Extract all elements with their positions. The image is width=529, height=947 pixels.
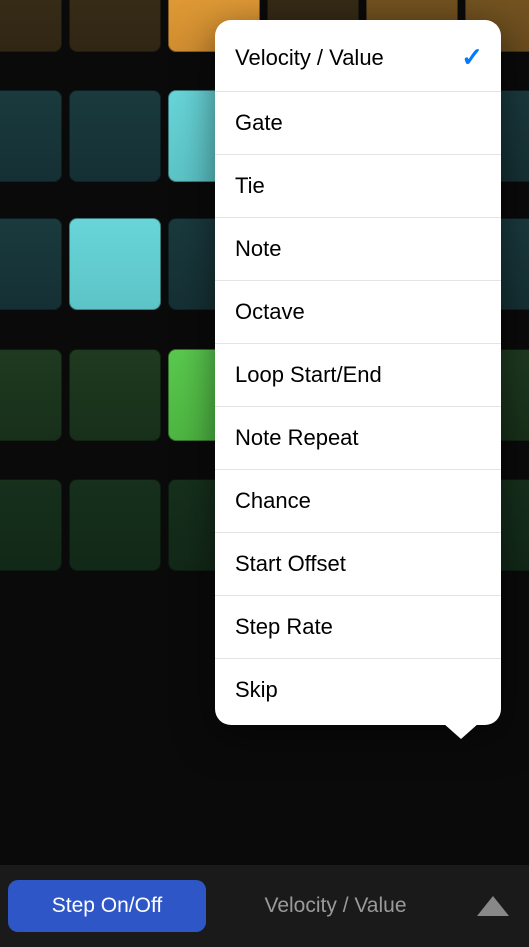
step-pad[interactable] xyxy=(0,218,62,310)
menu-item-label: Note Repeat xyxy=(235,425,359,451)
menu-item-label: Tie xyxy=(235,173,265,199)
menu-item-label: Note xyxy=(235,236,281,262)
menu-item[interactable]: Start Offset xyxy=(215,533,501,596)
menu-item[interactable]: Note xyxy=(215,218,501,281)
step-pad[interactable] xyxy=(0,90,62,182)
menu-item[interactable]: Chance xyxy=(215,470,501,533)
edit-mode-menu-button[interactable] xyxy=(465,878,521,934)
menu-item-label: Chance xyxy=(235,488,311,514)
menu-item[interactable]: Note Repeat xyxy=(215,407,501,470)
menu-item[interactable]: Skip xyxy=(215,659,501,721)
menu-item-label: Velocity / Value xyxy=(235,45,384,71)
menu-item-label: Gate xyxy=(235,110,283,136)
step-pad[interactable] xyxy=(69,0,161,52)
menu-item[interactable]: Loop Start/End xyxy=(215,344,501,407)
step-pad[interactable] xyxy=(0,349,62,441)
chevron-up-icon xyxy=(477,896,509,916)
popover-tail xyxy=(443,723,479,739)
velocity-value-button[interactable]: Velocity / Value xyxy=(212,880,459,932)
menu-item-label: Start Offset xyxy=(235,551,346,577)
menu-item-label: Loop Start/End xyxy=(235,362,382,388)
step-pad[interactable] xyxy=(0,0,62,52)
step-pad[interactable] xyxy=(69,218,161,310)
step-pad[interactable] xyxy=(69,90,161,182)
menu-item-label: Skip xyxy=(235,677,278,703)
bottom-toolbar: Step On/Off Velocity / Value xyxy=(0,865,529,947)
menu-item[interactable]: Octave xyxy=(215,281,501,344)
edit-mode-popover: Velocity / Value ✓ Gate Tie Note Octave Loop S… xyxy=(215,20,501,725)
step-pad[interactable] xyxy=(69,349,161,441)
step-pad[interactable] xyxy=(69,479,161,571)
menu-item[interactable]: Velocity / Value ✓ xyxy=(215,24,501,92)
step-pad[interactable] xyxy=(0,479,62,571)
menu-item[interactable]: Tie xyxy=(215,155,501,218)
step-onoff-button[interactable]: Step On/Off xyxy=(8,880,206,932)
menu-item[interactable]: Gate xyxy=(215,92,501,155)
checkmark-icon: ✓ xyxy=(461,42,483,73)
menu-item-label: Step Rate xyxy=(235,614,333,640)
menu-item-label: Octave xyxy=(235,299,305,325)
menu-item[interactable]: Step Rate xyxy=(215,596,501,659)
